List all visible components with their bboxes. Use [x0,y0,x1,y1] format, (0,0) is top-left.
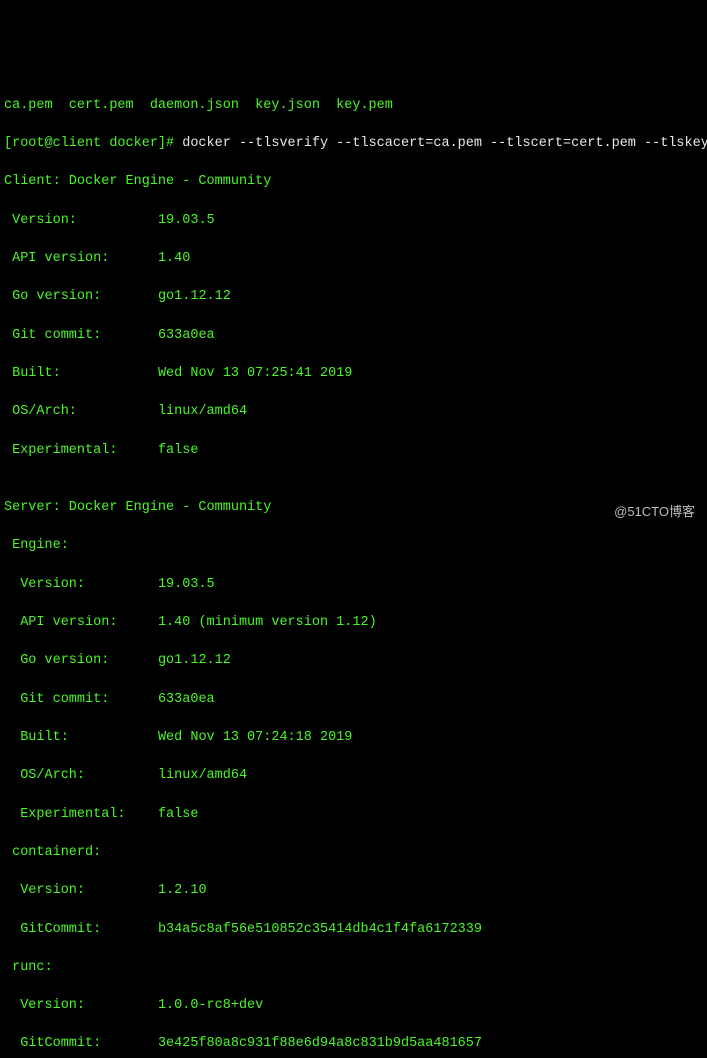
command-line: [root@client docker]# docker --tlsverify… [4,134,703,153]
value: false [158,443,199,458]
engine-built: Built: Wed Nov 13 07:24:18 2019 [4,728,703,747]
value: 633a0ea [158,328,215,343]
value: 19.03.5 [158,213,215,228]
value: 19.03.5 [158,577,215,592]
typed-command: docker --tlsverify --tlscacert=ca.pem --… [182,136,707,151]
label: Git commit: [4,328,158,343]
client-api-version: API version: 1.40 [4,249,703,268]
label: OS/Arch: [4,768,158,783]
runc-label: runc: [4,958,703,977]
engine-experimental: Experimental: false [4,805,703,824]
shell-prompt: [root@client docker]# [4,136,182,151]
label: Git commit: [4,692,158,707]
engine-os-arch: OS/Arch: linux/amd64 [4,766,703,785]
label: Go version: [4,289,158,304]
value: false [158,807,199,822]
runc-git-commit: GitCommit: 3e425f80a8c931f88e6d94a8c831b… [4,1034,703,1053]
value: linux/amd64 [158,404,247,419]
label: OS/Arch: [4,404,158,419]
value: 3e425f80a8c931f88e6d94a8c831b9d5aa481657 [158,1036,482,1051]
server-header: Server: Docker Engine - Community [4,498,703,517]
client-experimental: Experimental: false [4,441,703,460]
engine-git-commit: Git commit: 633a0ea [4,690,703,709]
label: GitCommit: [4,922,158,937]
client-os-arch: OS/Arch: linux/amd64 [4,402,703,421]
value: Wed Nov 13 07:25:41 2019 [158,366,352,381]
label: API version: [4,615,158,630]
label: Experimental: [4,443,158,458]
label: Version: [4,883,158,898]
value: 633a0ea [158,692,215,707]
value: Wed Nov 13 07:24:18 2019 [158,730,352,745]
value: b34a5c8af56e510852c35414db4c1f4fa6172339 [158,922,482,937]
value: 1.40 (minimum version 1.12) [158,615,377,630]
client-built: Built: Wed Nov 13 07:25:41 2019 [4,364,703,383]
client-header: Client: Docker Engine - Community [4,172,703,191]
label: Version: [4,998,158,1013]
label: Built: [4,730,158,745]
label: Go version: [4,653,158,668]
label: GitCommit: [4,1036,158,1051]
label: Built: [4,366,158,381]
label: API version: [4,251,158,266]
value: 1.2.10 [158,883,207,898]
value: 1.40 [158,251,190,266]
engine-version: Version: 19.03.5 [4,575,703,594]
value: 1.0.0-rc8+dev [158,998,263,1013]
value: linux/amd64 [158,768,247,783]
label: Version: [4,577,158,592]
value: go1.12.12 [158,653,231,668]
value: go1.12.12 [158,289,231,304]
engine-go-version: Go version: go1.12.12 [4,651,703,670]
engine-label: Engine: [4,536,703,555]
watermark: @51CTO博客 [614,503,695,521]
client-version: Version: 19.03.5 [4,211,703,230]
label: Version: [4,213,158,228]
terminal-output[interactable]: ca.pem cert.pem daemon.json key.json key… [4,77,703,1058]
ls-fragment: ca.pem cert.pem daemon.json key.json key… [4,96,703,115]
containerd-version: Version: 1.2.10 [4,881,703,900]
client-git-commit: Git commit: 633a0ea [4,326,703,345]
runc-version: Version: 1.0.0-rc8+dev [4,996,703,1015]
client-go-version: Go version: go1.12.12 [4,287,703,306]
containerd-label: containerd: [4,843,703,862]
label: Experimental: [4,807,158,822]
engine-api-version: API version: 1.40 (minimum version 1.12) [4,613,703,632]
containerd-git-commit: GitCommit: b34a5c8af56e510852c35414db4c1… [4,920,703,939]
